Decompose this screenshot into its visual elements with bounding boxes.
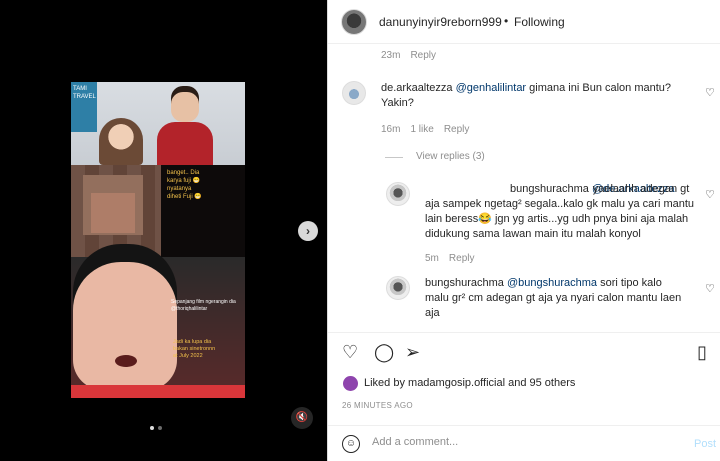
story-caption-2: Sepanjang film ngerangin dia @thoriqhali…	[171, 299, 236, 312]
view-replies-button[interactable]: View replies (3)	[416, 151, 485, 162]
boy-figure	[153, 86, 217, 165]
comment-username[interactable]: de.arkaaltezza	[381, 82, 453, 94]
comment-time: 5m	[425, 253, 439, 264]
carousel-dot	[158, 426, 162, 430]
post-timestamp: 26 MINUTES AGO	[342, 401, 413, 410]
avatar[interactable]	[343, 376, 358, 391]
post-header: danunyinyir9reborn999 • Following	[328, 0, 720, 44]
separator-dot: •	[504, 14, 509, 28]
add-comment-bar: ☺ Post	[328, 425, 720, 461]
comment-meta: 5m Reply	[425, 253, 474, 264]
post-button[interactable]: Post	[694, 438, 716, 450]
post-actions: ♡ ◯ ➢ ▯	[328, 332, 720, 362]
comment-likes[interactable]: 1 like	[410, 124, 433, 135]
reply-body-text: yaelaahh adegan gt aja sampek ngetag² se…	[425, 183, 695, 240]
comment-username[interactable]: bungshurachma	[425, 277, 504, 289]
post-media: TAMI TRAVEL banget.. Dia karya fuji 😁 ny…	[0, 0, 327, 461]
share-icon[interactable]: ➢	[405, 343, 420, 361]
comment-icon[interactable]: ◯	[374, 343, 394, 361]
speaker-muted-icon[interactable]: 🔇	[291, 407, 313, 429]
avatar[interactable]	[386, 276, 410, 300]
carousel-dot-active	[150, 426, 154, 430]
comment-text: de.arkaaltezza @genhalilintar gimana ini…	[381, 81, 701, 111]
reply-body: bungshurachma @de.arkaaltezza yaelaahh a…	[425, 182, 705, 242]
reply-button[interactable]: Reply	[444, 124, 470, 135]
sign-text: TAMI TRAVEL	[71, 82, 97, 132]
reply-button[interactable]: Reply	[449, 253, 475, 264]
heart-icon[interactable]: ♡	[705, 282, 715, 295]
avatar[interactable]	[386, 182, 410, 206]
bookmark-icon[interactable]: ▯	[697, 343, 707, 361]
avatar[interactable]	[342, 81, 366, 105]
post-panel: danunyinyir9reborn999 • Following 23m Rep…	[327, 0, 720, 461]
heart-icon[interactable]: ♡	[705, 86, 715, 99]
avatar[interactable]	[341, 9, 367, 35]
story-image: TAMI TRAVEL banget.. Dia karya fuji 😁 ny…	[71, 82, 245, 398]
likes-middle: and	[505, 377, 530, 389]
divider	[385, 157, 403, 158]
comment-mention[interactable]: @bungshurachma	[507, 277, 597, 289]
blurred-face	[71, 165, 161, 257]
comment-input[interactable]	[372, 436, 672, 448]
liker-username[interactable]: madamgosip.official	[408, 377, 505, 389]
carousel-dots	[150, 426, 162, 430]
comment-meta: 23m Reply	[381, 50, 436, 61]
likes-others[interactable]: 95 others	[530, 377, 576, 389]
heart-icon[interactable]: ♡	[342, 343, 358, 361]
story-caption: banget.. Dia karya fuji 😁 nyatanya dihet…	[167, 170, 202, 200]
selfie-section: Sepanjang film ngerangin dia @thoriqhali…	[71, 257, 245, 398]
post-username[interactable]: danunyinyir9reborn999	[379, 15, 502, 29]
comment-meta: 16m 1 like Reply	[381, 124, 469, 135]
comment-mention[interactable]: @genhalilintar	[456, 82, 527, 94]
comments-list[interactable]: 23m Reply de.arkaaltezza @genhalilintar g…	[328, 44, 720, 331]
blurred-section: banget.. Dia karya fuji 😁 nyatanya dihet…	[71, 165, 245, 257]
chevron-right-icon[interactable]: ›	[298, 221, 318, 241]
reply-body: bungshurachma @bungshurachma sori tipo k…	[425, 276, 705, 321]
girl-figure	[99, 118, 143, 165]
comment-time: 16m	[381, 124, 401, 135]
likes-prefix: Liked by	[364, 377, 409, 389]
story-caption-3: Jadi ka lupa dia bakan sinetronnn at Jul…	[173, 339, 216, 359]
man-face	[73, 262, 177, 390]
heart-icon[interactable]: ♡	[705, 188, 715, 201]
following-button[interactable]: Following	[514, 15, 565, 29]
comment-time: 23m	[381, 50, 401, 61]
reply-button[interactable]: Reply	[410, 50, 436, 61]
likes-text: Liked by madamgosip.official and 95 othe…	[364, 377, 575, 389]
likes-summary: Liked by madamgosip.official and 95 othe…	[328, 373, 720, 395]
emoji-icon[interactable]: ☺	[342, 435, 360, 453]
photo-couple: TAMI TRAVEL	[71, 82, 245, 165]
